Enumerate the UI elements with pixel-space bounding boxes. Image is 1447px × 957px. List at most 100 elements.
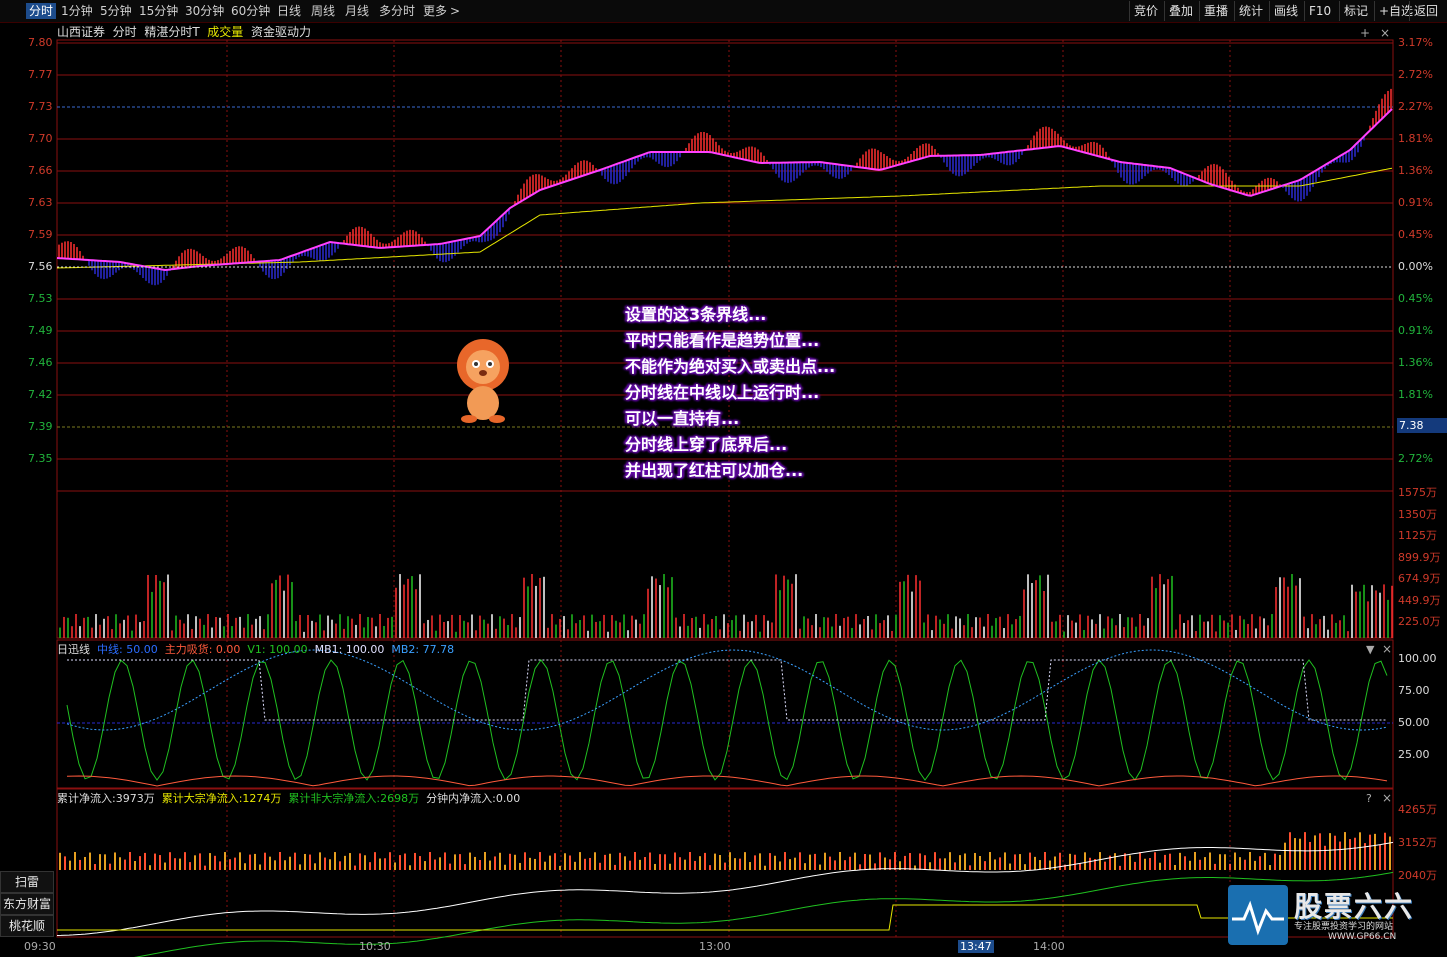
tab-daily[interactable]: 日线 xyxy=(277,3,301,19)
tab-monthly[interactable]: 月线 xyxy=(345,3,369,19)
price-tick-label: 7.49 xyxy=(28,324,53,337)
rixun-tick-label: 100.00 xyxy=(1398,652,1437,665)
flow-nonblock: 累计非大宗净流入:2698万 xyxy=(288,792,420,805)
percent-tick-label: 2.27% xyxy=(1398,100,1433,113)
flow-tick-label: 3152万 xyxy=(1398,836,1437,849)
broker-label: 山西证券 xyxy=(57,25,106,39)
cursor-time-label: 13:47 xyxy=(958,940,994,953)
rixun-header: 日迅线 中线: 50.00 主力吸货: 0.00 V1: 100.00 MB1:… xyxy=(57,642,454,658)
price-tick-label: 7.66 xyxy=(28,164,53,177)
tab-more[interactable]: 更多 xyxy=(423,3,447,19)
capital-label[interactable]: 资金驱动力 xyxy=(251,25,311,39)
volume-tick-label: 674.9万 xyxy=(1398,572,1441,585)
flow-block: 累计大宗净流入:1274万 xyxy=(161,792,282,805)
mode-label[interactable]: 分时 xyxy=(113,25,137,39)
mark-button[interactable]: 标记 xyxy=(1339,1,1372,21)
back-button[interactable]: 返回 xyxy=(1409,1,1442,21)
price-tick-label: 7.80 xyxy=(28,36,53,49)
volume-tick-label: 1350万 xyxy=(1398,507,1437,521)
zoom-icon[interactable]: + xyxy=(1360,26,1370,40)
rixun-tick-label: 50.00 xyxy=(1398,716,1430,729)
price-tick-label: 7.42 xyxy=(28,388,53,401)
time-label: 09:30 xyxy=(24,940,56,953)
f10-button[interactable]: F10 xyxy=(1304,1,1335,21)
price-tick-label: 7.46 xyxy=(28,356,53,369)
watermark-tagline: 专注股票投资学习的网站 xyxy=(1294,922,1394,932)
percent-tick-label: 0.91% xyxy=(1398,324,1433,337)
taohuashun-button[interactable]: 桃花顺 xyxy=(0,915,54,937)
overlay-button[interactable]: 叠加 xyxy=(1164,1,1197,21)
percent-tick-label: 2.72% xyxy=(1398,68,1433,81)
percent-tick-label: 0.00% xyxy=(1398,260,1433,273)
flow-header: 累计净流入:3973万 累计大宗净流入:1274万 累计非大宗净流入:2698万… xyxy=(57,791,520,807)
chevron-right-icon[interactable]: > xyxy=(450,3,460,19)
percent-tick-label: 0.91% xyxy=(1398,196,1433,209)
tab-fenshi[interactable]: 分时 xyxy=(26,3,57,19)
percent-tick-label: 1.36% xyxy=(1398,164,1433,177)
rixun-title[interactable]: 日迅线 xyxy=(57,643,90,656)
rixun-tick-label: 25.00 xyxy=(1398,748,1430,761)
price-tick-label: 7.35 xyxy=(28,452,53,465)
rixun-zhuli: 主力吸货: 0.00 xyxy=(164,643,241,656)
percent-tick-label: 1.36% xyxy=(1398,356,1433,369)
scan-mine-button[interactable]: 扫雷 xyxy=(0,871,54,893)
percent-tick-label: 0.45% xyxy=(1398,292,1433,305)
price-tick-label: 7.77 xyxy=(28,68,53,81)
flow-minute: 分钟内净流入:0.00 xyxy=(426,792,521,805)
tab-60min[interactable]: 60分钟 xyxy=(231,3,270,19)
watermark-url: WWW.GP66.CN xyxy=(1328,932,1397,942)
annotation-line: 分时线在中线以上运行时... xyxy=(625,383,820,402)
price-tick-label: 7.39 xyxy=(28,420,53,433)
help-icon[interactable]: ? xyxy=(1366,792,1372,805)
tab-30min[interactable]: 30分钟 xyxy=(185,3,224,19)
replay-button[interactable]: 重播 xyxy=(1199,1,1232,21)
percent-tick-label: 0.45% xyxy=(1398,228,1433,241)
price-tick-label: 7.59 xyxy=(28,228,53,241)
annotation-line: 分时线上穿了底界后... xyxy=(625,435,788,454)
average-price-line xyxy=(56,167,1393,269)
annotation-line: 不能作为绝对买入或卖出点... xyxy=(625,357,836,376)
percent-tick-label: 1.81% xyxy=(1398,132,1433,145)
annotation-line: 可以一直持有... xyxy=(625,409,740,428)
price-red-blue-columns xyxy=(58,88,1392,286)
time-label: 10:30 xyxy=(359,940,391,953)
period-toolbar: 分时 1分钟 5分钟 15分钟 30分钟 60分钟 日线 周线 月线 多分时 更… xyxy=(0,0,1447,23)
eastmoney-button[interactable]: 东方财富 xyxy=(0,893,54,915)
volume-tick-label: 899.9万 xyxy=(1398,550,1441,564)
tab-15min[interactable]: 15分钟 xyxy=(139,3,178,19)
price-tick-label: 7.73 xyxy=(28,100,53,113)
price-tick-label: 7.63 xyxy=(28,196,53,209)
tab-multi-fenshi[interactable]: 多分时 xyxy=(379,3,415,19)
annotation-line: 设置的这3条界线... xyxy=(625,305,767,324)
draw-button[interactable]: 画线 xyxy=(1269,1,1302,21)
lion-mascot-icon xyxy=(457,339,509,423)
time-label: 14:00 xyxy=(1033,940,1065,953)
flow-lines xyxy=(56,832,1394,957)
close-icon[interactable]: × xyxy=(1380,26,1390,40)
auction-button[interactable]: 竞价 xyxy=(1129,1,1162,21)
percent-tick-label: 1.81% xyxy=(1398,388,1433,401)
flow-tick-label: 2040万 xyxy=(1398,869,1437,882)
percent-tick-label: 2.72% xyxy=(1398,452,1433,465)
volume-label[interactable]: 成交量 xyxy=(207,25,243,39)
price-tick-label: 7.70 xyxy=(28,132,53,145)
tab-1min[interactable]: 1分钟 xyxy=(61,3,93,19)
watermark-logo-icon xyxy=(1228,885,1288,945)
tab-weekly[interactable]: 周线 xyxy=(311,3,335,19)
rixun-lines xyxy=(66,649,1388,787)
rixun-mb2: MB2: 77.78 xyxy=(391,643,455,656)
close-icon[interactable]: × xyxy=(1382,642,1392,656)
close-icon[interactable]: × xyxy=(1382,791,1392,805)
flow-tick-label: 4265万 xyxy=(1398,803,1437,816)
price-tick-label: 7.53 xyxy=(28,292,53,305)
indicator-label[interactable]: 精湛分时T xyxy=(144,25,199,39)
rixun-panel-border xyxy=(56,639,1394,789)
rixun-zhongxian: 中线: 50.00 xyxy=(97,643,158,656)
flow-total-line xyxy=(56,841,1394,936)
price-line xyxy=(56,108,1393,272)
stats-button[interactable]: 统计 xyxy=(1234,1,1267,21)
tab-5min[interactable]: 5分钟 xyxy=(100,3,132,19)
volume-bars xyxy=(59,574,1393,638)
volume-tick-label: 225.0万 xyxy=(1398,615,1441,628)
dropdown-icon[interactable]: ▼ xyxy=(1366,643,1374,656)
